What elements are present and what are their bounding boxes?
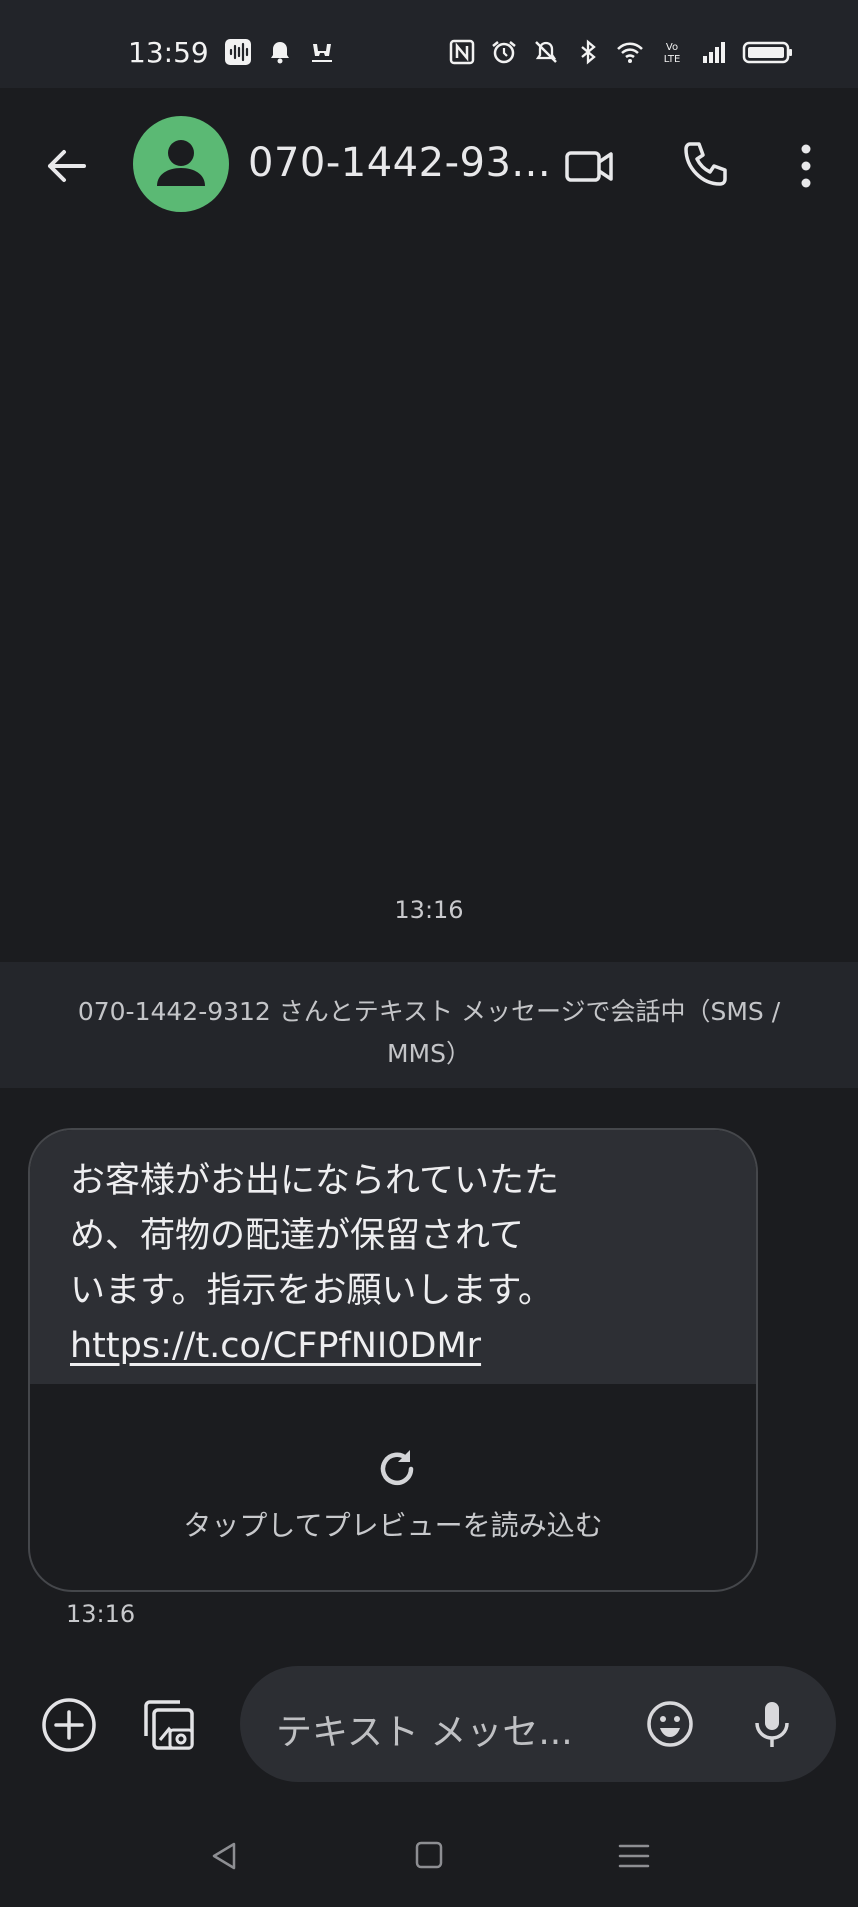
svg-text:LTE: LTE: [664, 54, 681, 65]
svg-text:Vo: Vo: [666, 42, 678, 53]
contact-avatar[interactable]: [133, 116, 229, 212]
contact-name[interactable]: 070-1442-93...: [248, 140, 551, 186]
message-time: 13:16: [66, 1600, 136, 1628]
audio-app-icon: [225, 39, 251, 65]
gallery-camera-icon[interactable]: [140, 1696, 198, 1754]
nfc-icon: [449, 39, 475, 65]
refresh-icon[interactable]: [372, 1444, 422, 1494]
volte-icon: Vo LTE: [664, 42, 681, 65]
emoji-icon[interactable]: [644, 1698, 696, 1750]
honda-icon: [312, 44, 332, 62]
nav-home-icon[interactable]: [412, 1838, 446, 1872]
microphone-icon[interactable]: [744, 1696, 800, 1752]
sms-banner-line: MMS）: [386, 1039, 471, 1068]
mute-icon: [535, 41, 557, 63]
status-bar: 13:59 Vo LTE: [0, 0, 858, 88]
conversation-timestamp: 13:16: [394, 896, 464, 924]
system-navigation-bar: [0, 1818, 858, 1907]
person-icon: [157, 140, 205, 186]
status-right-icons: Vo LTE: [448, 38, 794, 66]
message-link[interactable]: https://t.co/CFPfNI0DMr: [70, 1326, 481, 1366]
message-line: め、荷物の配達が保留されて: [70, 1216, 524, 1256]
sms-info-banner: 070-1442-9312 さんとテキスト メッセージで会話中（SMS / MM…: [0, 962, 858, 1088]
message-text: お客様がお出になられていたた め、荷物の配達が保留されて います。指示をお願いし…: [30, 1130, 756, 1384]
signal-icon: [703, 42, 725, 63]
status-time: 13:59: [128, 36, 209, 69]
notification-bell-icon: [271, 42, 289, 64]
preview-label: タップしてプレビューを読み込む: [183, 1509, 603, 1542]
more-vert-icon[interactable]: [786, 138, 826, 194]
message-composer[interactable]: テキスト メッセ...: [240, 1666, 836, 1782]
battery-icon: [742, 41, 792, 64]
bluetooth-icon: [581, 39, 596, 65]
alarm-icon: [492, 41, 516, 64]
message-input-placeholder[interactable]: テキスト メッセ...: [276, 1703, 573, 1755]
incoming-message-bubble[interactable]: お客様がお出になられていたた め、荷物の配達が保留されて います。指示をお願いし…: [28, 1128, 758, 1592]
add-attachment-icon[interactable]: [40, 1696, 98, 1754]
sms-banner-line: 070-1442-9312 さんとテキスト メッセージで会話中（SMS /: [77, 997, 781, 1026]
wifi-icon: [617, 42, 643, 63]
nav-recents-icon[interactable]: [616, 1838, 652, 1874]
message-line: います。指示をお願いします。: [70, 1271, 554, 1311]
link-preview-placeholder[interactable]: タップしてプレビューを読み込む: [30, 1384, 756, 1590]
phone-call-icon[interactable]: [680, 138, 732, 190]
back-arrow-icon[interactable]: [40, 140, 92, 192]
message-line: お客様がお出になられていたた: [70, 1161, 559, 1201]
video-call-icon[interactable]: [562, 138, 618, 194]
conversation-app-bar: 070-1442-93...: [0, 88, 858, 238]
nav-back-icon[interactable]: [206, 1838, 242, 1874]
status-left-icons: [224, 38, 336, 66]
